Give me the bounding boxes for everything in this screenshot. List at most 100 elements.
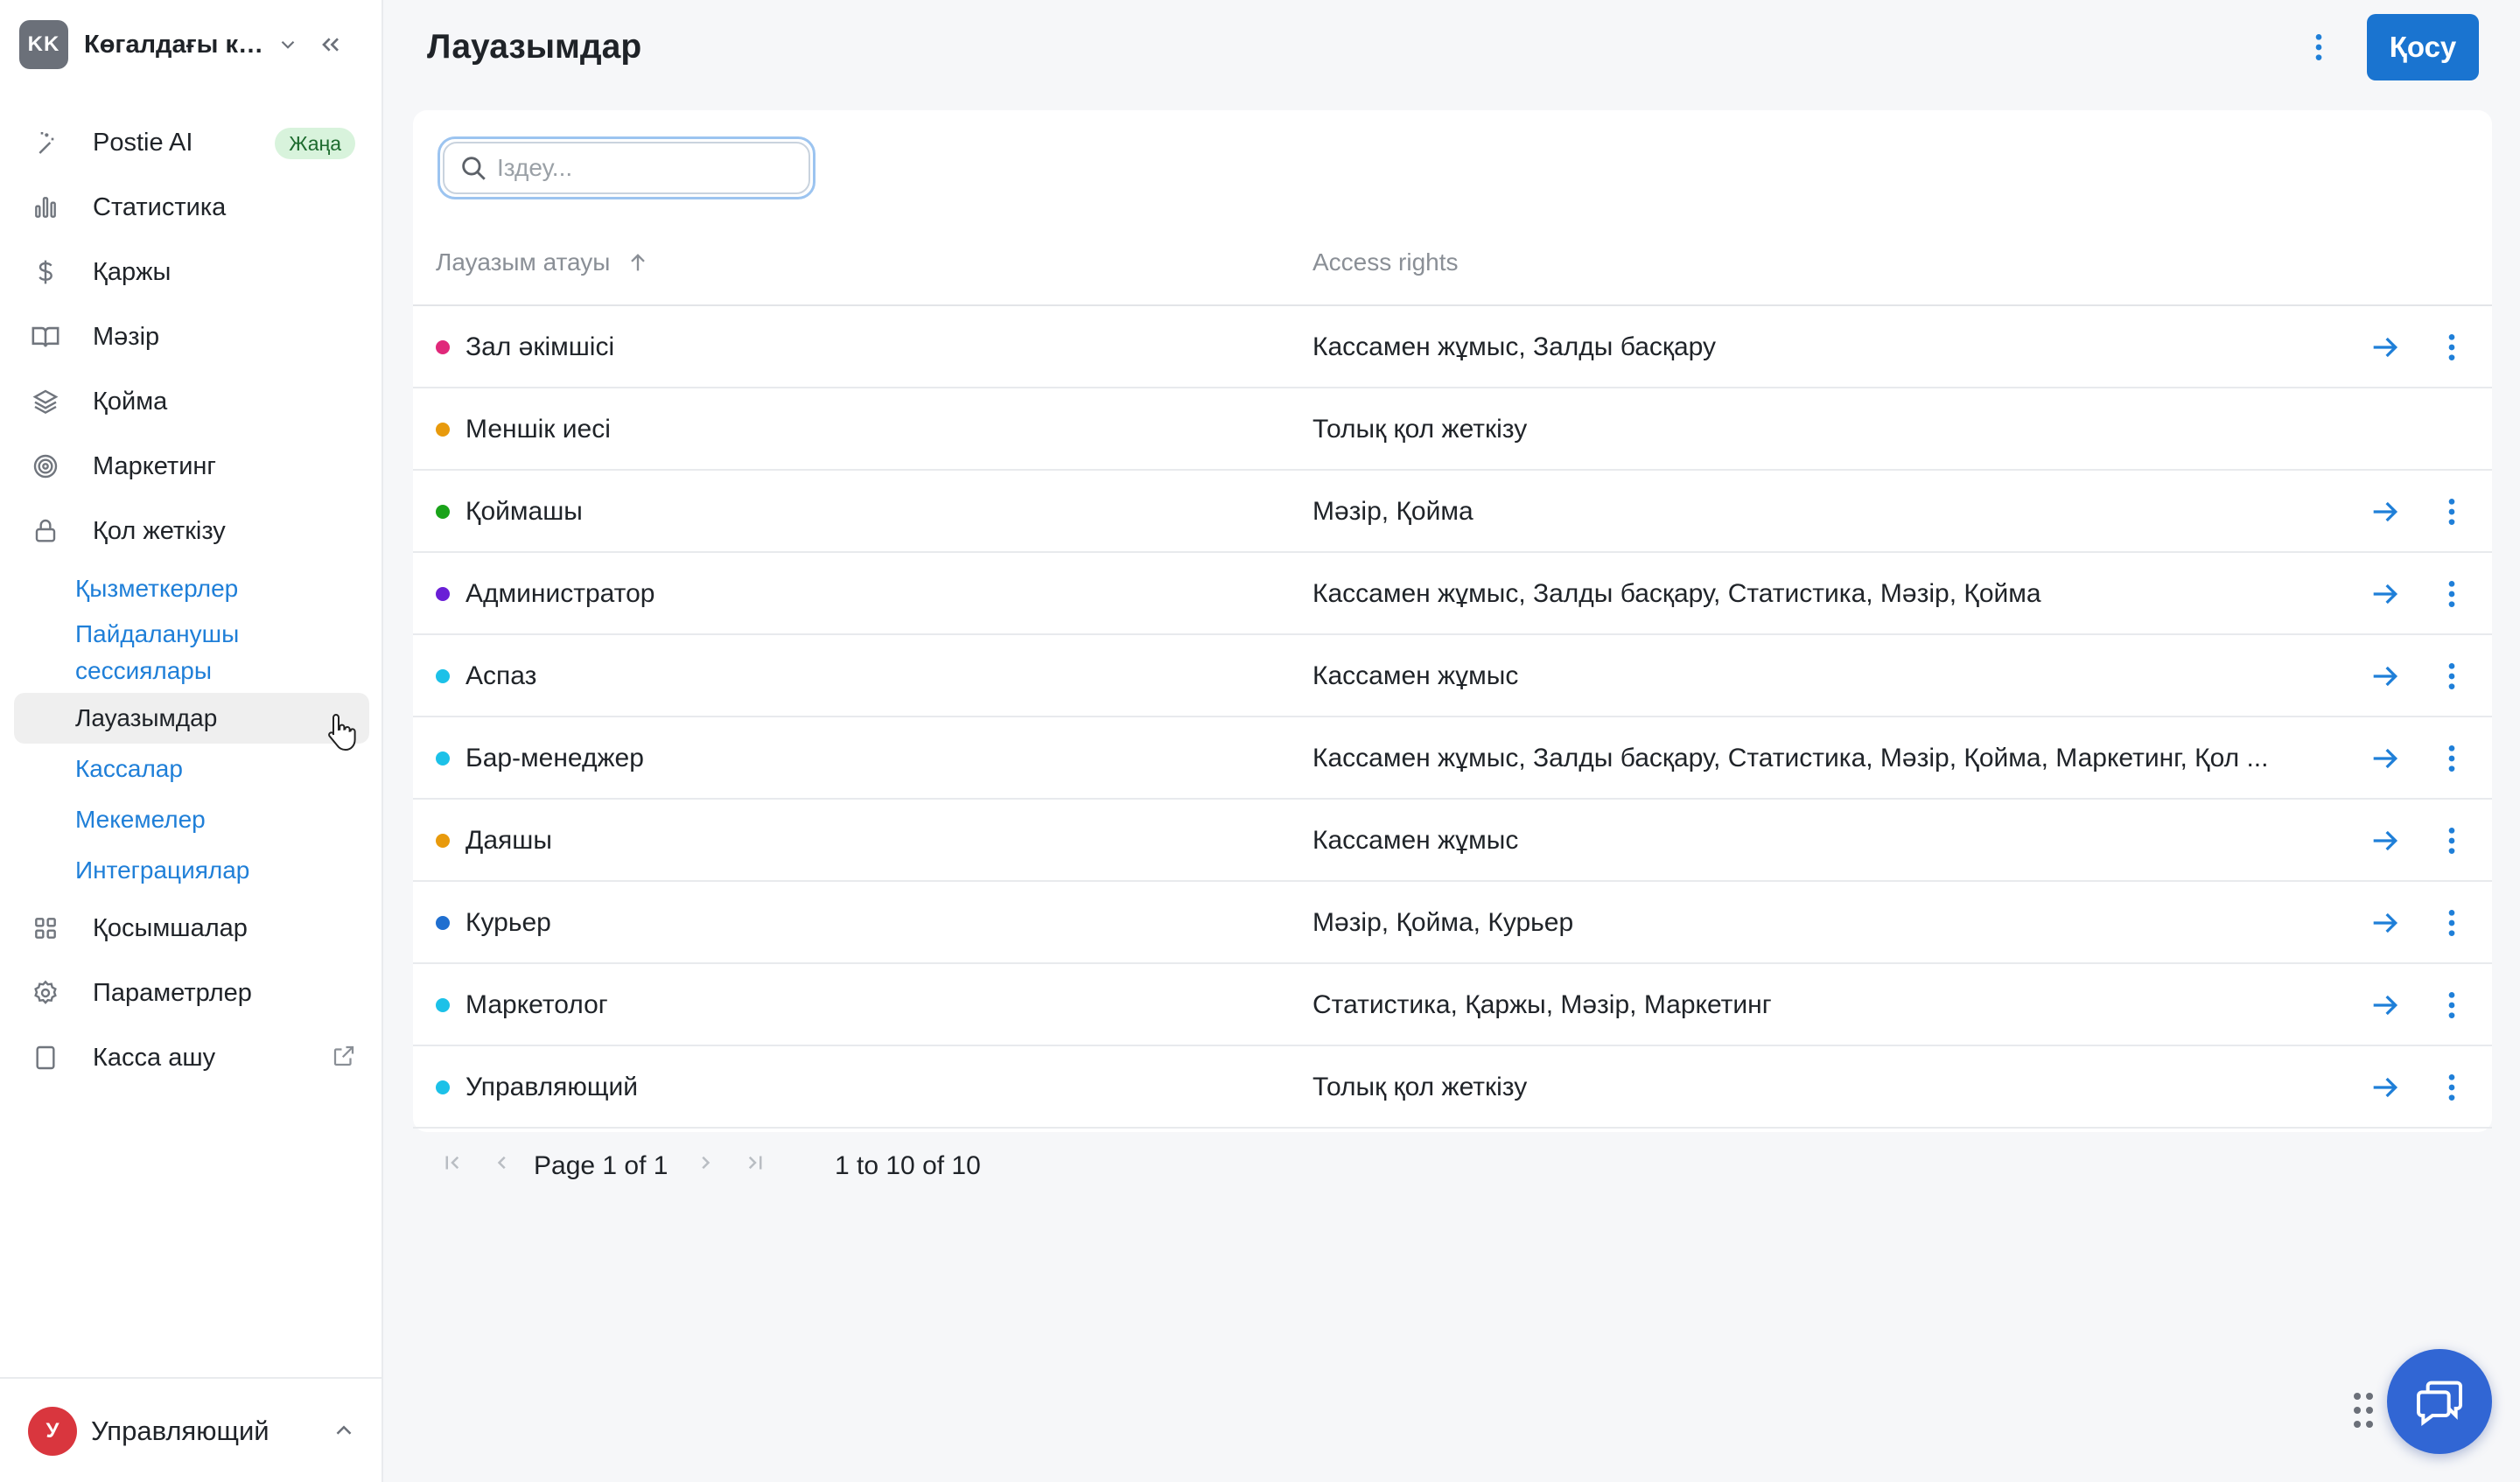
sidebar-item-addons[interactable]: Қосымшалар xyxy=(14,896,369,961)
chevron-down-icon[interactable] xyxy=(276,33,299,56)
table-row[interactable]: Зал әкімшісі Кассамен жұмыс, Залды басқар… xyxy=(413,306,2492,388)
arrow-right-icon[interactable] xyxy=(2368,905,2403,945)
search-box xyxy=(438,136,816,199)
dollar-icon xyxy=(30,256,61,288)
sort-ascending-icon[interactable] xyxy=(626,250,650,275)
sidebar-item-label: Қойма xyxy=(93,387,168,416)
chat-support-button[interactable] xyxy=(2387,1349,2492,1454)
pagination: Page 1 of 1 1 to 10 of 10 xyxy=(413,1130,2492,1206)
add-button[interactable]: Қосу xyxy=(2367,14,2479,80)
table-row[interactable]: Даяшы Кассамен жұмыс xyxy=(413,800,2492,882)
sidebar-item-label: Параметрлер xyxy=(93,978,252,1007)
sidebar-subitem-positions[interactable]: Лауазымдар xyxy=(14,693,369,744)
user-menu[interactable]: У Управляющий xyxy=(0,1377,383,1482)
sidebar-subitem-user-sessions[interactable]: Пайдаланушы сессиялары xyxy=(14,614,242,691)
position-name: Управляющий xyxy=(466,1073,639,1101)
position-name: Зал әкімшісі xyxy=(466,332,615,361)
sidebar-item-postie-ai[interactable]: Postie AI Жаңа xyxy=(14,110,369,175)
sidebar-item-settings[interactable]: Параметрлер xyxy=(14,961,369,1025)
more-options-icon[interactable] xyxy=(2301,30,2336,65)
arrow-right-icon[interactable] xyxy=(2368,577,2403,616)
table-row[interactable]: Управляющий Толық қол жеткізу xyxy=(413,1046,2492,1129)
sidebar-item-label: Қосымшалар xyxy=(93,913,248,942)
sidebar-subitem-integrations[interactable]: Интеграциялар xyxy=(14,845,369,896)
collapse-sidebar-icon[interactable] xyxy=(317,31,345,59)
table-row[interactable]: Аспаз Кассамен жұмыс xyxy=(413,635,2492,717)
position-color-dot xyxy=(436,587,450,601)
search-input[interactable] xyxy=(497,154,777,182)
arrow-right-icon[interactable] xyxy=(2368,988,2403,1027)
position-color-dot xyxy=(436,340,450,354)
sidebar-item-statistics[interactable]: Статистика xyxy=(14,175,369,240)
arrow-right-icon[interactable] xyxy=(2368,494,2403,534)
arrow-right-icon[interactable] xyxy=(2368,1070,2403,1109)
row-more-options-icon[interactable] xyxy=(2434,988,2469,1027)
sidebar-item-finance[interactable]: Қаржы xyxy=(14,240,369,304)
first-page-icon[interactable] xyxy=(439,1150,466,1180)
previous-page-icon[interactable] xyxy=(488,1150,514,1180)
account-name: Көгалдағы ка... xyxy=(84,30,270,59)
table-row[interactable]: Меншік иесі Толық қол жеткізу xyxy=(413,388,2492,471)
page-title: Лауазымдар xyxy=(427,28,642,66)
tablet-icon xyxy=(30,1042,61,1073)
table-row[interactable]: Администратор Кассамен жұмыс, Залды басқа… xyxy=(413,553,2492,635)
row-more-options-icon[interactable] xyxy=(2434,823,2469,863)
sidebar-item-label: Статистика xyxy=(93,192,227,221)
column-header-name[interactable]: Лауазым атауы xyxy=(436,248,650,276)
row-more-options-icon[interactable] xyxy=(2434,741,2469,780)
external-link-icon xyxy=(331,1043,357,1073)
position-name: Меншік иесі xyxy=(466,415,611,444)
position-name: Даяшы xyxy=(466,826,552,855)
access-rights: Статистика, Қаржы, Мәзір, Маркетинг xyxy=(1312,990,1772,1019)
table-row[interactable]: Бар-менеджер Кассамен жұмыс, Залды басқар… xyxy=(413,717,2492,800)
access-rights: Мәзір, Қойма xyxy=(1312,497,1474,526)
column-header-access-rights[interactable]: Access rights xyxy=(1312,248,1459,276)
sidebar-subitem-cash-registers[interactable]: Кассалар xyxy=(14,744,369,794)
chevron-up-icon[interactable] xyxy=(331,1417,357,1448)
sidebar-item-marketing[interactable]: Маркетинг xyxy=(14,434,369,499)
sidebar-item-label: Касса ашу xyxy=(93,1043,216,1072)
row-more-options-icon[interactable] xyxy=(2434,905,2469,945)
chat-icon xyxy=(2412,1374,2468,1430)
arrow-right-icon[interactable] xyxy=(2368,741,2403,780)
row-more-options-icon[interactable] xyxy=(2434,1070,2469,1109)
sidebar-subitem-employees[interactable]: Қызметкерлер xyxy=(14,563,369,614)
position-name: Маркетолог xyxy=(466,990,608,1019)
table-body: Зал әкімшісі Кассамен жұмыс, Залды басқар… xyxy=(413,306,2492,1129)
row-more-options-icon[interactable] xyxy=(2434,577,2469,616)
position-color-dot xyxy=(436,751,450,765)
table-row[interactable]: Курьер Мәзір, Қойма, Курьер xyxy=(413,882,2492,964)
account-switcher[interactable]: KK Көгалдағы ка... xyxy=(19,19,360,70)
next-page-icon[interactable] xyxy=(693,1150,719,1180)
row-more-options-icon[interactable] xyxy=(2434,659,2469,698)
sidebar-item-open-register[interactable]: Касса ашу xyxy=(14,1025,369,1090)
position-color-dot xyxy=(436,916,450,930)
column-header-label: Access rights xyxy=(1312,248,1459,276)
positions-table-card: Лауазым атауы Access rights Зал әкімшісі… xyxy=(413,110,2492,1132)
arrow-right-icon[interactable] xyxy=(2368,330,2403,369)
sidebar-item-label: Маркетинг xyxy=(93,451,216,480)
gear-icon xyxy=(30,977,61,1009)
sidebar-subitem-establishments[interactable]: Мекемелер xyxy=(14,794,369,845)
sidebar-item-access[interactable]: Қол жеткізу xyxy=(14,499,369,563)
access-rights: Кассамен жұмыс, Залды басқару, Статистик… xyxy=(1312,744,2269,772)
arrow-right-icon[interactable] xyxy=(2368,823,2403,863)
pointer-cursor-icon xyxy=(327,712,357,755)
lock-icon xyxy=(30,515,61,547)
layers-icon xyxy=(30,386,61,417)
table-row[interactable]: Қоймашы Мәзір, Қойма xyxy=(413,471,2492,553)
access-rights: Кассамен жұмыс, Залды басқару xyxy=(1312,332,1717,361)
sidebar-item-label: Қаржы xyxy=(93,257,172,286)
row-more-options-icon[interactable] xyxy=(2434,494,2469,534)
sidebar-item-storage[interactable]: Қойма xyxy=(14,369,369,434)
arrow-right-icon[interactable] xyxy=(2368,659,2403,698)
position-name: Аспаз xyxy=(466,661,537,690)
drag-handle-icon[interactable] xyxy=(2352,1391,2375,1434)
sidebar: KK Көгалдағы ка... Postie AI Жаңа Статис… xyxy=(0,0,383,1482)
search-icon xyxy=(458,153,488,183)
table-row[interactable]: Маркетолог Статистика, Қаржы, Мәзір, Марк… xyxy=(413,964,2492,1046)
last-page-icon[interactable] xyxy=(742,1150,768,1180)
sidebar-item-menu[interactable]: Мәзір xyxy=(14,304,369,369)
sidebar-item-label: Мәзір xyxy=(93,322,160,351)
row-more-options-icon[interactable] xyxy=(2434,330,2469,369)
